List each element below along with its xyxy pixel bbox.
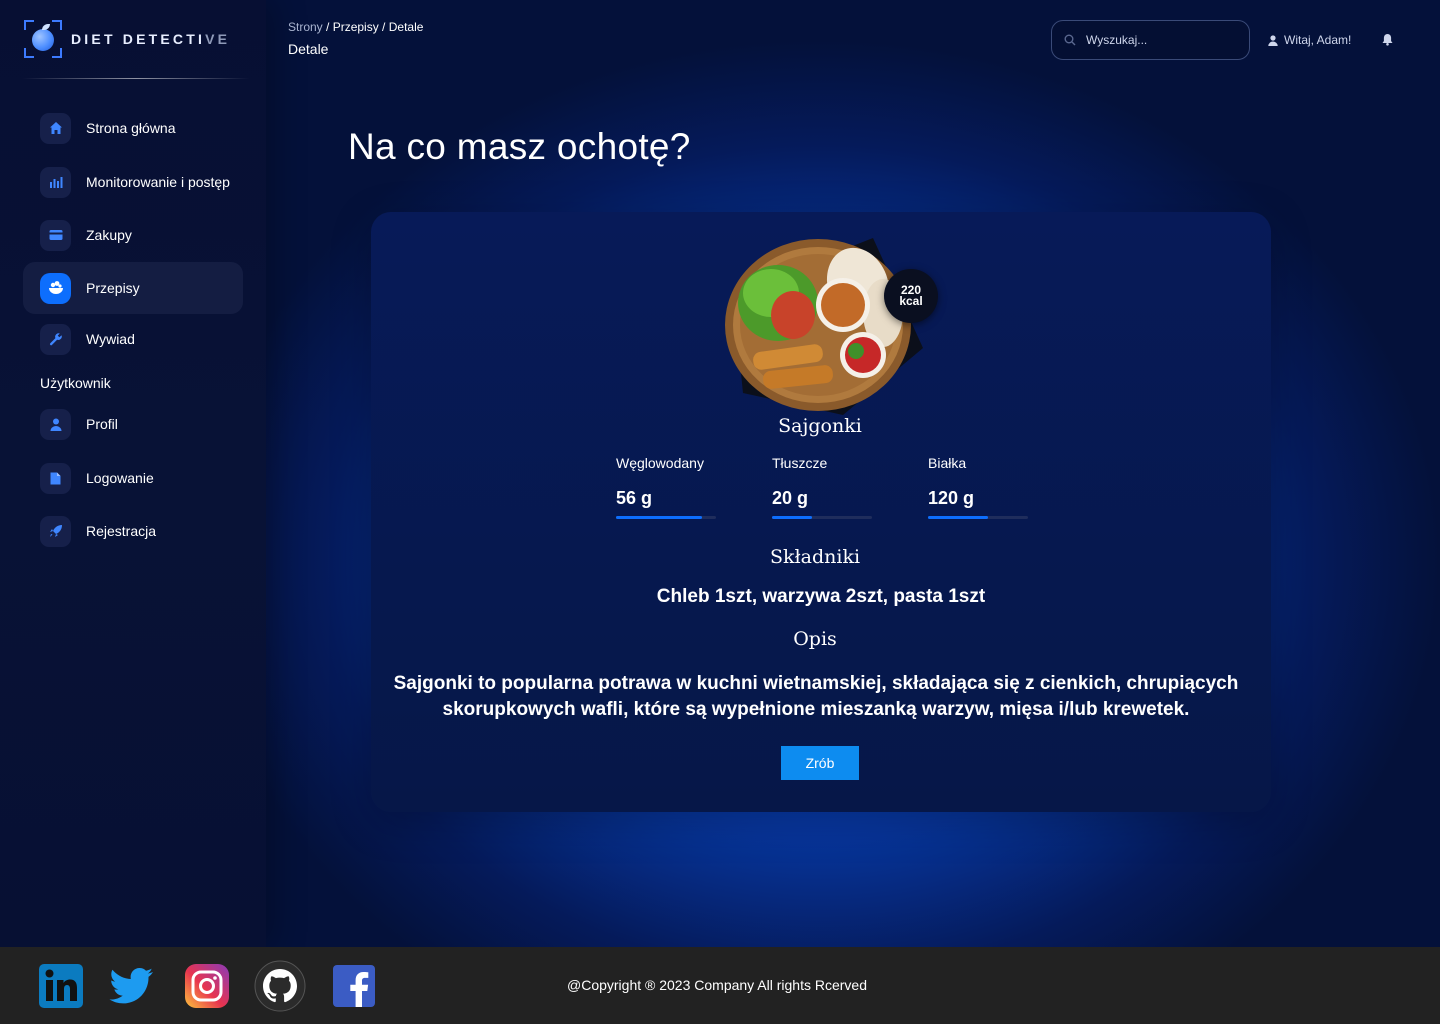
notifications-button[interactable]	[1382, 33, 1393, 51]
macro-value: 56 g	[616, 488, 653, 508]
macro-progress-track	[772, 516, 872, 519]
macro-progress-track	[616, 516, 716, 519]
description-title: Opis	[793, 628, 837, 650]
macro-label: Białka	[928, 455, 967, 471]
macro-label: Węglowodany	[616, 455, 704, 471]
page-title: Detale	[288, 41, 329, 57]
ingredients-text: Chleb 1szt, warzywa 2szt, pasta 1szt	[656, 586, 986, 607]
twitter-icon[interactable]	[107, 962, 155, 1010]
brand-name: DIET DETECTIVE	[71, 31, 231, 47]
calories-badge: 220 kcal	[884, 269, 938, 323]
brand[interactable]: DIET DETECTIVE	[24, 20, 230, 58]
sidebar-item-label: Strona główna	[86, 120, 176, 136]
sidebar: DIET DETECTIVE Strona główna Monitorowan…	[0, 0, 266, 947]
breadcrumb: Strony / Przepisy / Detale	[288, 20, 423, 34]
sidebar-item-login[interactable]: Logowanie	[23, 452, 243, 504]
search-icon	[1064, 34, 1076, 46]
sidebar-divider	[22, 78, 250, 79]
bell-icon	[1382, 34, 1393, 46]
macro-value: 120 g	[928, 488, 975, 508]
make-recipe-button[interactable]: Zrób	[781, 746, 859, 780]
bar-chart-icon	[40, 166, 71, 198]
description-text: Sajgonki to popularna potrawa w kuchni w…	[393, 673, 1239, 720]
breadcrumb-middle[interactable]: / Przepisy /	[326, 20, 385, 34]
linkedin-icon[interactable]	[37, 962, 85, 1010]
sidebar-section-title: Użytkownik	[40, 375, 111, 391]
recipe-image	[725, 238, 923, 415]
macro-progress-fill	[772, 516, 812, 519]
macro-progress-track	[928, 516, 1028, 519]
rocket-icon	[40, 515, 71, 547]
search-box[interactable]	[1051, 20, 1250, 60]
facebook-icon[interactable]	[330, 962, 378, 1010]
user-menu[interactable]: Witaj, Adam!	[1268, 33, 1351, 47]
sidebar-item-label: Monitorowanie i postęp	[86, 174, 230, 190]
brand-logo-icon	[24, 20, 62, 58]
sidebar-item-label: Rejestracja	[86, 523, 157, 539]
calories-unit: kcal	[899, 294, 923, 308]
sidebar-item-recipes[interactable]: Przepisy	[23, 262, 243, 314]
user-greeting: Witaj, Adam!	[1284, 33, 1352, 47]
page-heading: Na co masz ochotę?	[348, 126, 691, 167]
document-icon	[40, 462, 71, 494]
sidebar-item-monitoring[interactable]: Monitorowanie i postęp	[23, 156, 243, 208]
sidebar-item-label: Logowanie	[86, 470, 154, 486]
sidebar-item-label: Zakupy	[86, 227, 132, 243]
wrench-icon	[40, 323, 71, 355]
macro-progress-fill	[928, 516, 988, 519]
recipe-name: Sajgonki	[778, 415, 862, 437]
macro-value: 20 g	[772, 488, 809, 508]
recipes-icon	[40, 272, 71, 304]
macro-fats: Tłuszcze 20 g	[772, 455, 892, 519]
macro-protein: Białka 120 g	[928, 455, 1048, 519]
credit-card-icon	[40, 219, 71, 251]
sidebar-item-label: Wywiad	[86, 331, 135, 347]
sidebar-item-home[interactable]: Strona główna	[23, 102, 243, 154]
breadcrumb-current: Detale	[388, 20, 424, 34]
sidebar-item-shopping[interactable]: Zakupy	[23, 209, 243, 261]
home-icon	[40, 112, 71, 144]
sidebar-item-interview[interactable]: Wywiad	[23, 313, 243, 365]
sidebar-item-label: Przepisy	[86, 280, 140, 296]
copyright-text: @Copyright ® 2023 Company All rights Rce…	[567, 977, 867, 993]
ingredients-title: Składniki	[769, 546, 861, 568]
macro-label: Tłuszcze	[772, 455, 828, 471]
user-icon	[1268, 34, 1278, 46]
search-input[interactable]	[1086, 33, 1236, 47]
instagram-icon[interactable]	[183, 962, 231, 1010]
breadcrumb-root[interactable]: Strony	[288, 20, 323, 34]
macro-carbs: Węglowodany 56 g	[616, 455, 736, 519]
macro-progress-fill	[616, 516, 702, 519]
github-icon[interactable]	[254, 960, 306, 1012]
